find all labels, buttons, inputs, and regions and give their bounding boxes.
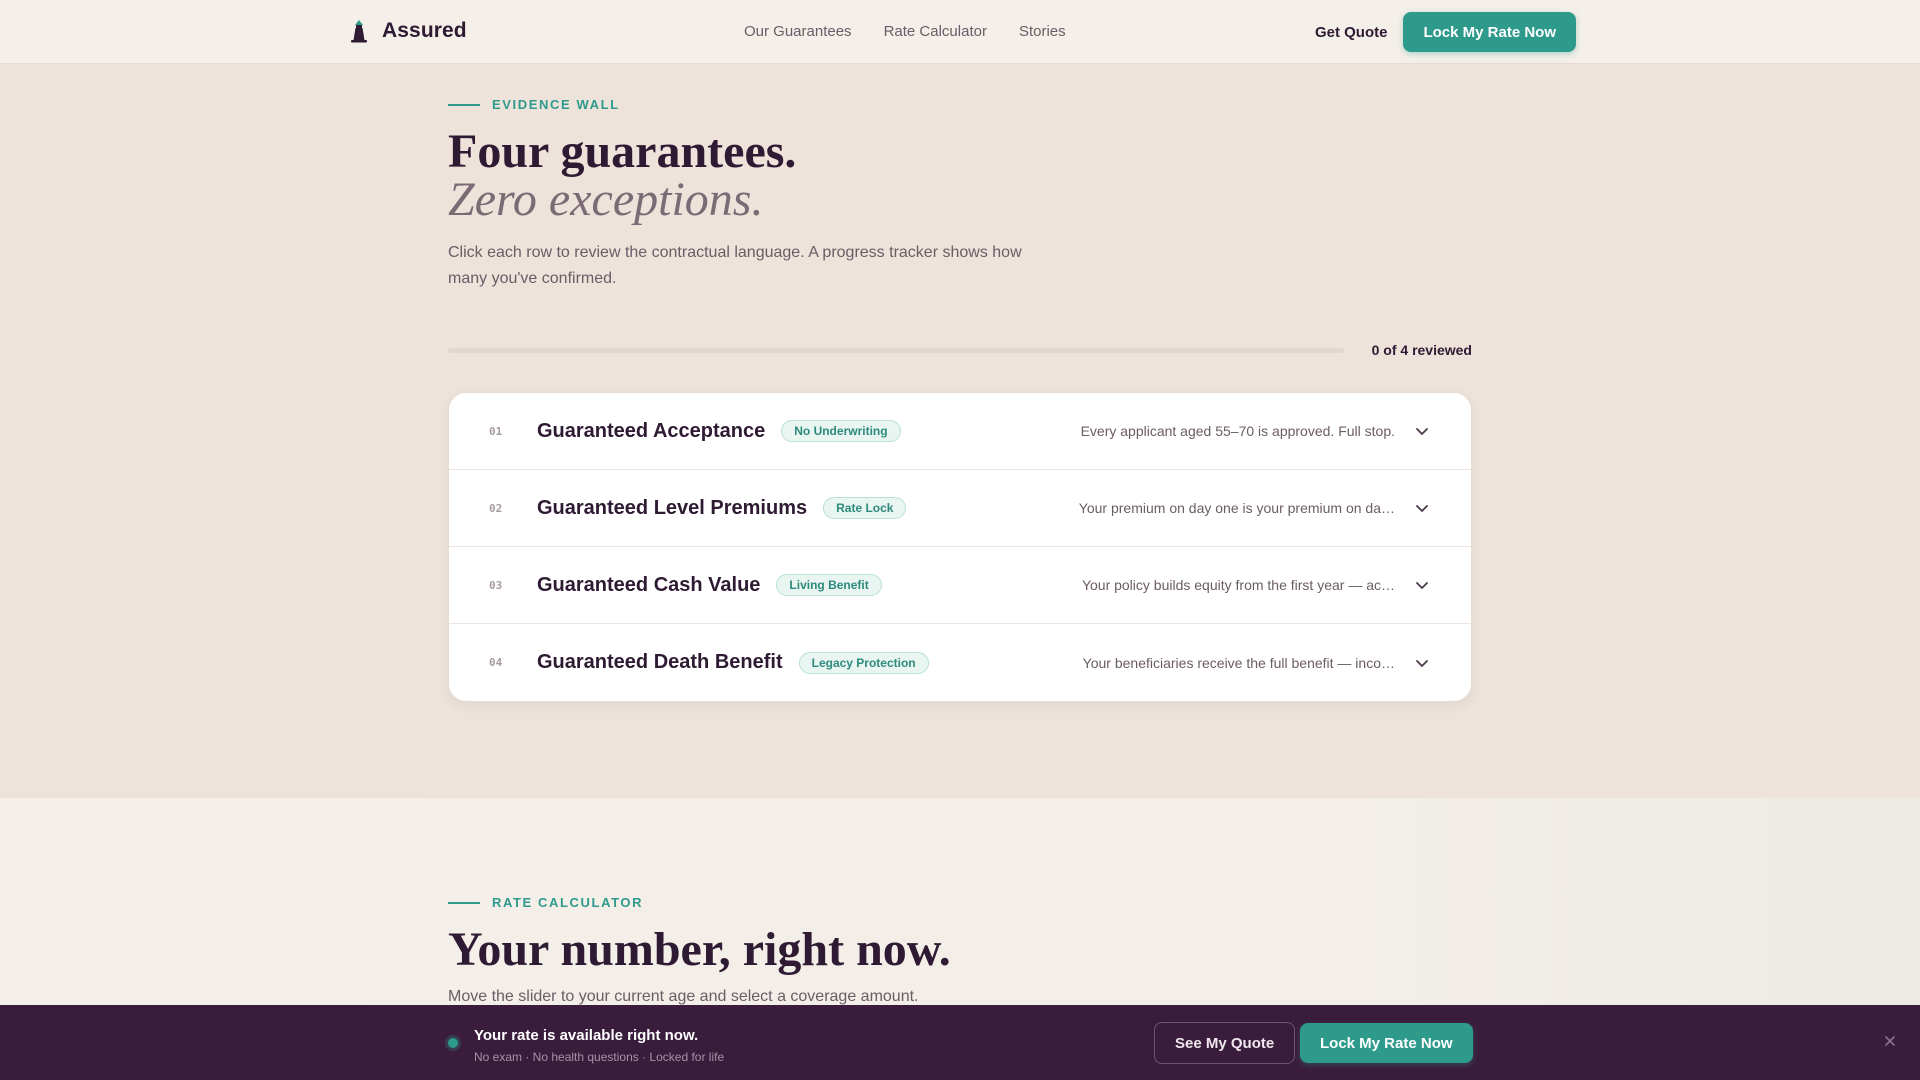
row-badge: Rate Lock xyxy=(823,497,907,519)
calculator-eyebrow: RATE CALCULATOR xyxy=(448,895,643,910)
nav-links: Our Guarantees Rate Calculator Stories xyxy=(744,23,1066,40)
guarantee-row-acceptance[interactable]: 01 Guaranteed Acceptance No Underwriting… xyxy=(449,393,1471,470)
status-dot-icon xyxy=(448,1038,458,1048)
close-icon[interactable] xyxy=(1884,1035,1896,1047)
row-summary: Your beneficiaries receive the full bene… xyxy=(1082,654,1395,671)
row-badge: Legacy Protection xyxy=(798,651,929,674)
sticky-title: Your rate is available right now. xyxy=(474,1027,699,1044)
row-number: 02 xyxy=(489,501,503,515)
guarantee-row-cash-value[interactable]: 03 Guaranteed Cash Value Living Benefit … xyxy=(449,547,1471,624)
nav-link-stories[interactable]: Stories xyxy=(1019,23,1066,40)
calculator-lede: Move the slider to your current age and … xyxy=(448,988,919,1005)
eyebrow-rule xyxy=(448,103,480,106)
row-summary: Your policy builds equity from the first… xyxy=(1081,577,1395,593)
brand[interactable]: Assured xyxy=(348,19,467,43)
row-title-group: Guaranteed Acceptance No Underwriting xyxy=(537,420,901,443)
guarantees-list: 01 Guaranteed Acceptance No Underwriting… xyxy=(448,392,1472,702)
top-nav: Assured Our Guarantees Rate Calculator S… xyxy=(0,0,1920,64)
sticky-cta-bar: Your rate is available right now. No exa… xyxy=(0,1005,1920,1080)
chevron-down-icon[interactable] xyxy=(1415,501,1429,515)
nav-link-our-guarantees[interactable]: Our Guarantees xyxy=(744,23,852,40)
row-number: 03 xyxy=(489,578,503,592)
page-title-italic: Zero exceptions. xyxy=(448,173,764,226)
row-title: Guaranteed Cash Value xyxy=(537,573,761,596)
get-quote-link[interactable]: Get Quote xyxy=(1315,24,1388,41)
calculator-title: Your number, right now. xyxy=(448,923,951,976)
sticky-subtitle: No exam · No health questions · Locked f… xyxy=(474,1050,725,1064)
row-number: 04 xyxy=(489,656,503,669)
chevron-down-icon[interactable] xyxy=(1415,578,1429,592)
row-title: Guaranteed Level Premiums xyxy=(537,496,808,519)
review-progress-bar xyxy=(448,348,1344,353)
page-title: Four guarantees. xyxy=(448,125,797,178)
brand-name: Assured xyxy=(382,19,467,42)
row-title-group: Guaranteed Death Benefit Legacy Protecti… xyxy=(537,651,929,674)
chevron-down-icon[interactable] xyxy=(1415,424,1429,438)
row-title: Guaranteed Acceptance xyxy=(537,419,766,442)
row-title-group: Guaranteed Cash Value Living Benefit xyxy=(537,574,882,597)
lock-rate-button[interactable]: Lock My Rate Now xyxy=(1403,12,1576,52)
row-badge: No Underwriting xyxy=(781,420,901,442)
row-summary: Your premium on day one is your premium … xyxy=(1078,500,1395,516)
lighthouse-logo-icon xyxy=(351,20,367,43)
row-title-group: Guaranteed Level Premiums Rate Lock xyxy=(537,496,907,520)
eyebrow-text: EVIDENCE WALL xyxy=(492,97,620,112)
row-badge: Living Benefit xyxy=(776,574,882,596)
sticky-lock-rate-button[interactable]: Lock My Rate Now xyxy=(1300,1023,1473,1063)
chevron-down-icon[interactable] xyxy=(1415,656,1429,670)
guarantee-row-level-premiums[interactable]: 02 Guaranteed Level Premiums Rate Lock Y… xyxy=(449,470,1471,547)
guarantee-row-death-benefit[interactable]: 04 Guaranteed Death Benefit Legacy Prote… xyxy=(449,624,1471,701)
evidence-eyebrow: EVIDENCE WALL xyxy=(448,97,620,112)
review-progress-label: 0 of 4 reviewed xyxy=(1371,342,1472,358)
see-quote-button[interactable]: See My Quote xyxy=(1154,1022,1296,1064)
row-number: 01 xyxy=(489,424,503,438)
row-title: Guaranteed Death Benefit xyxy=(537,651,783,673)
eyebrow-text: RATE CALCULATOR xyxy=(492,895,644,910)
nav-actions: Get Quote Lock My Rate Now xyxy=(1315,12,1576,52)
row-summary: Every applicant aged 55–70 is approved. … xyxy=(1080,423,1395,439)
nav-link-rate-calculator[interactable]: Rate Calculator xyxy=(884,23,987,40)
evidence-lede: Click each row to review the contractual… xyxy=(448,244,1022,287)
eyebrow-rule xyxy=(448,901,480,904)
